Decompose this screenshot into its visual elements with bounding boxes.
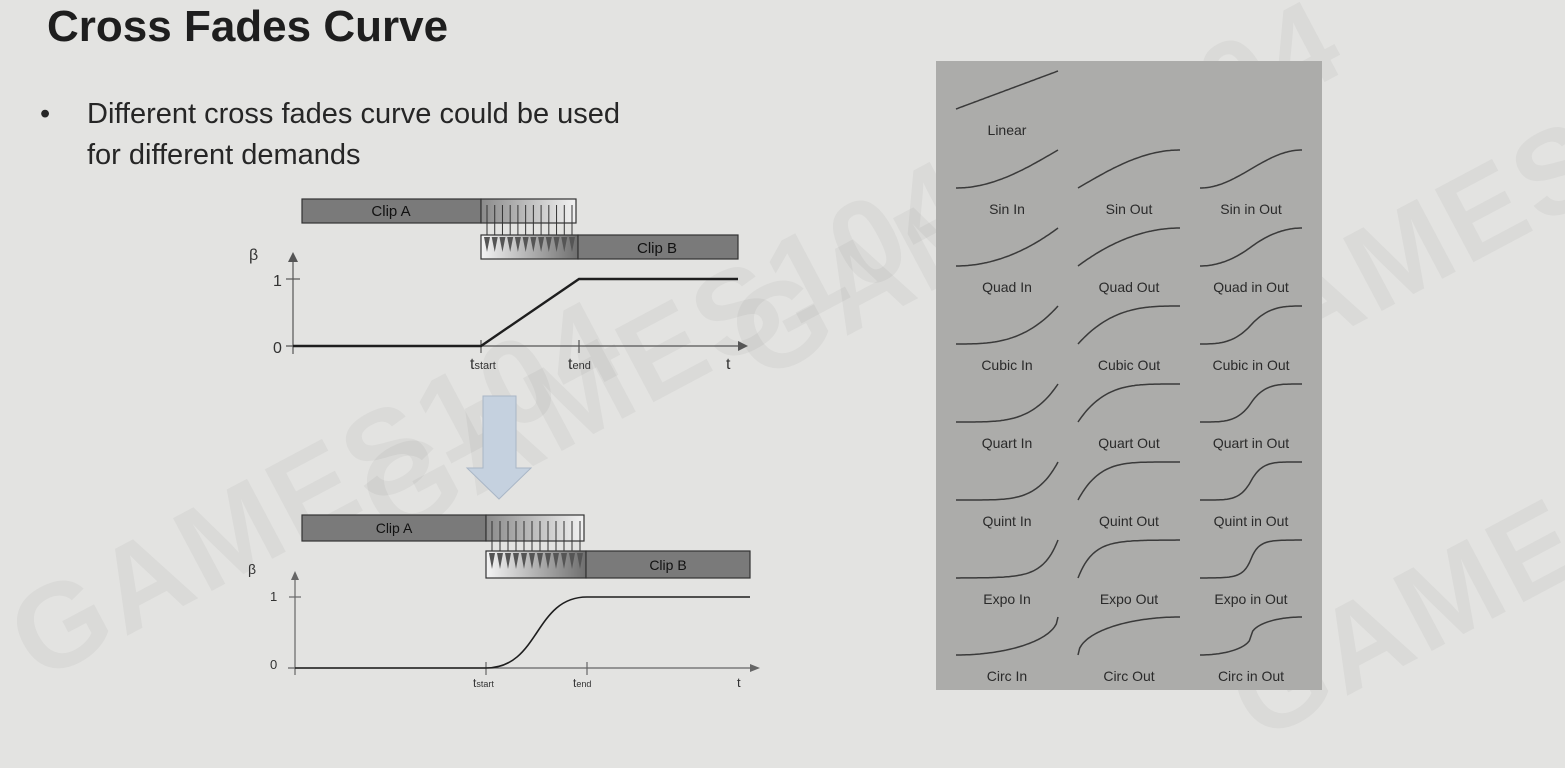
easing-curve-label: Quart Out <box>1098 435 1160 451</box>
easing-curve-cubicIn <box>956 305 1059 345</box>
easing-curve-label: Circ Out <box>1103 668 1154 684</box>
y-axis-arrow <box>288 252 298 262</box>
clip-a-label: Clip A <box>376 520 413 536</box>
easing-curve-cubicOut <box>1077 305 1180 345</box>
easing-curve-label: Quint Out <box>1099 513 1159 529</box>
easing-curve-cubicInOut <box>1200 305 1302 345</box>
easing-curve-quintIn <box>956 461 1059 501</box>
easing-curve-label: Cubic in Out <box>1212 357 1289 373</box>
easing-curve-quintInOut <box>1200 461 1302 501</box>
easing-curve-circOut <box>1077 616 1180 656</box>
easing-curve-label: Quart In <box>982 435 1033 451</box>
easing-curve-quadIn <box>956 227 1059 267</box>
easing-curve-quartInOut <box>1200 383 1302 423</box>
easing-curve-sinInOut <box>1200 149 1302 189</box>
y-axis-arrow <box>291 571 299 580</box>
x-axis-label: t <box>737 675 741 690</box>
easing-curve-expoInOut <box>1200 539 1302 579</box>
easing-curve-quartOut <box>1077 383 1180 423</box>
x-axis-arrow <box>750 664 760 672</box>
easing-curve-label: Cubic In <box>981 357 1032 373</box>
easing-curve-linear <box>955 70 1059 110</box>
easing-curve-expoIn <box>956 539 1059 579</box>
easing-curve-label: Circ In <box>987 668 1027 684</box>
y-axis-label: β <box>249 247 258 264</box>
easing-curve-label: Quint in Out <box>1214 513 1289 529</box>
tstart-label: tstart <box>470 356 496 373</box>
easing-curve-label: Circ in Out <box>1218 668 1284 684</box>
tend-sub: end <box>572 360 590 372</box>
easing-curve-label: Expo Out <box>1100 591 1158 607</box>
y-axis-label: β <box>248 561 256 577</box>
easing-curve-quartIn <box>956 383 1059 423</box>
clip-b-label: Clip B <box>649 557 686 573</box>
easing-curve-label: Quad in Out <box>1213 279 1289 295</box>
clip-a-fade-region <box>480 198 577 224</box>
diagram-top: Clip A Clip B β 1 0 tstart tend t <box>249 198 748 373</box>
tick-1-label: 1 <box>273 273 282 290</box>
easing-curve-sinOut <box>1077 149 1180 189</box>
easing-curve-quintOut <box>1077 461 1180 501</box>
x-axis-arrow <box>738 341 748 351</box>
blend-curve-linear <box>293 277 738 348</box>
blend-curve-smooth <box>295 596 750 669</box>
clip-a-fade-region <box>485 514 585 542</box>
x-axis-label: t <box>726 356 731 373</box>
tick-0-label: 0 <box>273 340 282 357</box>
easing-curve-label: Quad In <box>982 279 1032 295</box>
diagram-bottom: Clip A Clip B β 1 0 tstart tend t <box>248 514 760 690</box>
easing-curve-label: Sin In <box>989 201 1025 217</box>
easing-curve-circIn <box>956 616 1059 656</box>
easing-curve-quadInOut <box>1200 227 1302 267</box>
easing-curve-expoOut <box>1077 539 1180 579</box>
tend-sub: end <box>576 679 591 689</box>
easing-curve-circInOut <box>1200 616 1302 656</box>
tend-label: tend <box>568 356 591 373</box>
clip-a-label: Clip A <box>371 203 410 220</box>
easing-curve-sinIn <box>956 149 1059 189</box>
easing-curves-panel: Linear Sin In Sin Out Sin in Out Quad In Quad… <box>936 61 1322 690</box>
easing-curve-label: Expo In <box>983 591 1030 607</box>
tstart-sub: start <box>474 360 495 372</box>
tick-1-label: 1 <box>270 589 277 604</box>
easing-curve-label: Sin Out <box>1106 201 1153 217</box>
easing-curve-label: Quint In <box>982 513 1031 529</box>
easing-curve-label: Quad Out <box>1099 279 1160 295</box>
easing-curve-label: Expo in Out <box>1214 591 1287 607</box>
down-arrow <box>465 395 533 500</box>
tstart-sub: start <box>476 679 494 689</box>
tstart-label: tstart <box>473 676 494 690</box>
tend-label: tend <box>573 676 591 690</box>
easing-curve-label: Quart in Out <box>1213 435 1289 451</box>
tick-0-label: 0 <box>270 657 277 672</box>
easing-curve-label: Linear <box>988 122 1027 138</box>
easing-curve-label: Cubic Out <box>1098 357 1160 373</box>
easing-curve-quadOut <box>1077 227 1180 267</box>
easing-curve-label: Sin in Out <box>1220 201 1282 217</box>
clip-b-label: Clip B <box>637 240 677 257</box>
cross-fade-diagram: Clip A Clip B β 1 0 tstart tend t Clip A… <box>248 198 760 690</box>
easing-curves-grid: Linear Sin In Sin Out Sin in Out Quad In Quad… <box>955 70 1302 684</box>
